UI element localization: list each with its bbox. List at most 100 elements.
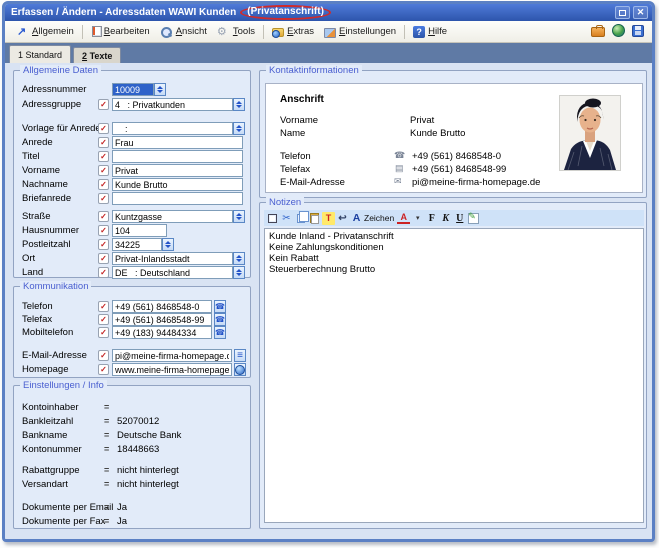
hausnummer-input[interactable] (112, 224, 167, 237)
anschrift-heading: Anschrift (280, 94, 324, 105)
edit-check-icon[interactable] (98, 314, 109, 325)
edit-check-icon[interactable] (98, 99, 109, 110)
edit-check-icon[interactable] (98, 327, 109, 338)
email-field (112, 349, 246, 362)
vorlage-input[interactable] (112, 122, 233, 135)
land-input[interactable] (112, 266, 233, 279)
window-title: Erfassen / Ändern - Adressdaten WAWI Kun… (11, 7, 236, 18)
menu-tools[interactable]: Tools (212, 24, 260, 40)
email-input[interactable] (112, 349, 232, 362)
bold-button[interactable]: F (425, 212, 438, 225)
cut-icon[interactable] (280, 212, 293, 225)
menu-hilfe[interactable]: Hilfe (408, 24, 452, 40)
app-window: Erfassen / Ändern - Adressdaten WAWI Kun… (2, 1, 655, 542)
adressgruppe-dropdown[interactable] (233, 98, 245, 111)
paste-icon[interactable] (308, 212, 321, 225)
globe-icon[interactable] (612, 24, 625, 37)
homepage-input[interactable] (112, 363, 232, 376)
edit-check-icon[interactable] (98, 225, 109, 236)
notes-textarea[interactable]: Kunde Inland - Privatanschrift Keine Zah… (264, 228, 644, 523)
adressnummer-spinner[interactable] (154, 83, 166, 96)
restore-button[interactable] (615, 6, 630, 19)
titel-label: Titel (22, 150, 40, 163)
edit-check-icon[interactable] (98, 253, 109, 264)
format-font-icon[interactable]: T (322, 212, 335, 225)
chevron-down-icon[interactable] (411, 212, 424, 225)
tab-standard[interactable]: 1 Standard (9, 45, 71, 63)
zeichen-label[interactable]: Zeichen (364, 213, 394, 223)
edit-check-icon[interactable] (98, 239, 109, 250)
group-title: Notizen (266, 197, 304, 208)
adressnummer-input[interactable] (112, 83, 154, 96)
equals-icon: = (104, 478, 109, 491)
dial-icon[interactable] (214, 326, 226, 339)
telefon-input[interactable] (112, 300, 212, 313)
menu-einstellungen[interactable]: Einstellungen (319, 24, 401, 39)
edit-check-icon[interactable] (98, 211, 109, 222)
edit-check-icon[interactable] (98, 179, 109, 190)
menu-ansicht[interactable]: Ansicht (155, 24, 212, 40)
briefcase-icon[interactable] (591, 27, 605, 37)
menu-bearbeiten[interactable]: Bearbeiten (86, 24, 155, 39)
edit-check-icon[interactable] (98, 151, 109, 162)
contact-telefax-label: Telefax (280, 163, 310, 176)
vorname-label: Vorname (22, 164, 60, 177)
ort-field (112, 252, 245, 265)
edit-check-icon[interactable] (98, 193, 109, 204)
email-menu-icon[interactable] (234, 349, 246, 362)
menu-extras[interactable]: Extras (267, 24, 319, 39)
menu-allgemein[interactable]: Allgemein (11, 24, 79, 40)
edit-check-icon[interactable] (98, 137, 109, 148)
edit-note-icon[interactable] (467, 212, 480, 225)
content: Allgemeine Daten Adressnummer Adressgrup… (5, 63, 652, 539)
plz-input[interactable] (112, 238, 162, 251)
ort-input[interactable] (112, 252, 233, 265)
equals-icon: = (104, 415, 109, 428)
telefax-input[interactable] (112, 313, 212, 326)
font-color-icon[interactable]: A (397, 213, 410, 224)
edit-check-icon[interactable] (98, 364, 109, 375)
group-einstellungen-info: Einstellungen / Info Kontoinhaber = Bank… (13, 385, 251, 529)
titlebar[interactable]: Erfassen / Ändern - Adressdaten WAWI Kun… (5, 4, 652, 21)
dokumente-email-value: Ja (117, 501, 127, 514)
italic-button[interactable]: K (439, 212, 452, 225)
expand-icon[interactable] (266, 212, 279, 225)
note-line: Kein Rabatt (269, 253, 639, 264)
underline-button[interactable]: U (453, 212, 466, 225)
edit-check-icon[interactable] (98, 301, 109, 312)
adressgruppe-input[interactable] (112, 98, 233, 111)
open-homepage-icon[interactable] (234, 363, 246, 376)
edit-check-icon[interactable] (98, 267, 109, 278)
copy-icon[interactable] (294, 212, 307, 225)
close-button[interactable] (633, 6, 648, 19)
plz-label: Postleitzahl (22, 238, 71, 251)
edit-check-icon[interactable] (98, 350, 109, 361)
dial-icon[interactable] (214, 300, 226, 313)
strasse-input[interactable] (112, 210, 233, 223)
tabstrip: 1 Standard 2 Texte (5, 43, 652, 63)
edit-check-icon[interactable] (98, 165, 109, 176)
notepad-icon (92, 26, 102, 37)
edit-check-icon[interactable] (98, 123, 109, 134)
group-title: Kontaktinformationen (266, 65, 362, 76)
nachname-input[interactable] (112, 178, 243, 191)
font-size-icon[interactable]: A (350, 212, 363, 225)
briefanrede-input[interactable] (112, 192, 243, 205)
dial-icon[interactable] (214, 313, 226, 326)
strasse-dropdown[interactable] (233, 210, 245, 223)
group-title: Allgemeine Daten (20, 65, 101, 76)
land-dropdown[interactable] (233, 266, 245, 279)
ort-dropdown[interactable] (233, 252, 245, 265)
vorlage-dropdown[interactable] (233, 122, 245, 135)
undo-icon[interactable] (336, 212, 349, 225)
rabattgruppe-value: nicht hinterlegt (117, 464, 179, 477)
briefanrede-label: Briefanrede (22, 192, 71, 205)
titel-input[interactable] (112, 150, 243, 163)
tab-texte[interactable]: 2 Texte (73, 47, 121, 63)
plz-dropdown[interactable] (162, 238, 174, 251)
vorname-input[interactable] (112, 164, 243, 177)
anrede-input[interactable] (112, 136, 243, 149)
gear-icon (217, 26, 230, 38)
mobiltelefon-input[interactable] (112, 326, 212, 339)
save-icon[interactable] (632, 25, 644, 37)
